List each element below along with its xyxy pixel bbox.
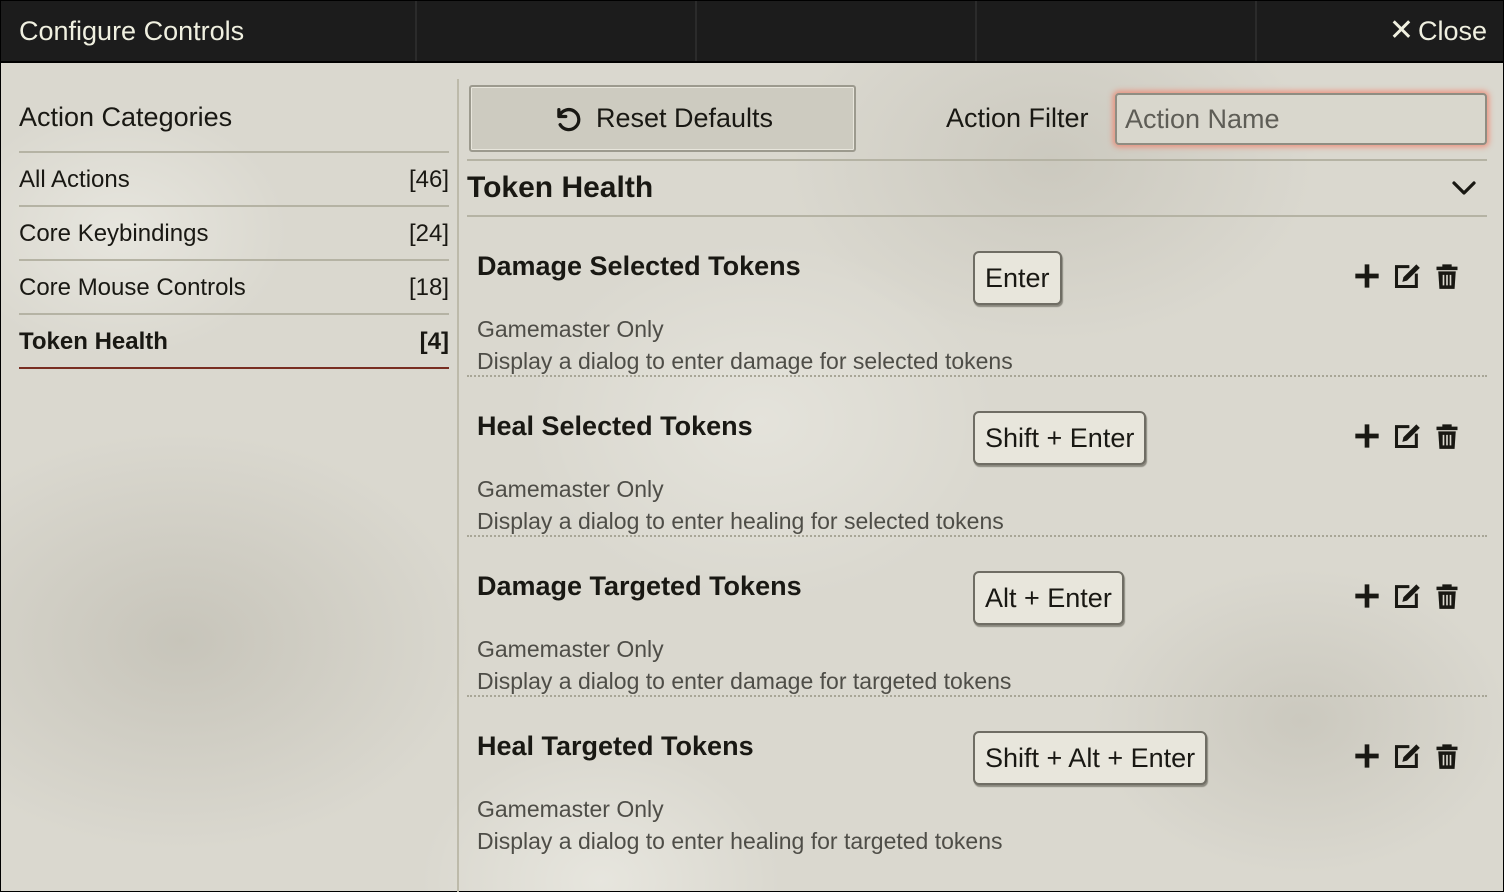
action-row: Damage Selected Tokens Enter Gamemaster …	[467, 217, 1487, 377]
trash-icon[interactable]	[1433, 742, 1461, 770]
action-row: Heal Targeted Tokens Shift + Alt + Enter…	[467, 697, 1487, 857]
action-details: Gamemaster Only Display a dialog to ente…	[477, 473, 1004, 537]
category-label: Core Mouse Controls	[19, 274, 246, 301]
plus-icon[interactable]	[1353, 422, 1381, 450]
action-name: Damage Targeted Tokens	[477, 571, 802, 601]
action-name: Damage Selected Tokens	[477, 251, 801, 281]
reset-defaults-button[interactable]: Reset Defaults	[469, 85, 856, 152]
actions-panel: Reset Defaults Action Filter Token Healt…	[467, 85, 1487, 892]
category-token-health[interactable]: Token Health [4]	[19, 315, 449, 369]
actions-toolbar: Reset Defaults Action Filter	[467, 85, 1487, 161]
key-binding[interactable]: Enter	[973, 251, 1062, 305]
actions-list: Damage Selected Tokens Enter Gamemaster …	[467, 217, 1487, 857]
action-name: Heal Selected Tokens	[477, 411, 753, 441]
category-count: [24]	[408, 220, 449, 247]
category-all-actions[interactable]: All Actions [46]	[19, 153, 449, 207]
action-filter-input[interactable]	[1115, 93, 1487, 145]
window-title: Configure Controls	[19, 15, 245, 46]
action-details: Gamemaster Only Display a dialog to ente…	[477, 313, 1013, 377]
sidebar-divider	[457, 79, 459, 892]
chevron-down-icon[interactable]	[1449, 173, 1479, 203]
action-description: Display a dialog to enter healing for ta…	[477, 828, 1003, 854]
action-filter-label: Action Filter	[946, 103, 1089, 133]
edit-icon[interactable]	[1393, 742, 1421, 770]
action-name: Heal Targeted Tokens	[477, 731, 754, 761]
key-binding[interactable]: Alt + Enter	[973, 571, 1124, 625]
edit-icon[interactable]	[1393, 582, 1421, 610]
trash-icon[interactable]	[1433, 582, 1461, 610]
sidebar-heading: Action Categories	[19, 81, 449, 153]
edit-icon[interactable]	[1393, 262, 1421, 290]
category-label: Core Keybindings	[19, 220, 209, 247]
close-button[interactable]: ✕ Close	[1389, 16, 1487, 47]
action-details: Gamemaster Only Display a dialog to ente…	[477, 633, 1011, 697]
category-core-mouse-controls[interactable]: Core Mouse Controls [18]	[19, 261, 449, 315]
action-description: Display a dialog to enter damage for tar…	[477, 668, 1012, 694]
window-titlebar[interactable]: Configure Controls ✕ Close	[1, 1, 1503, 63]
category-count: [18]	[408, 274, 449, 301]
configure-controls-window: Configure Controls ✕ Close Action Catego…	[0, 0, 1504, 892]
category-label: All Actions	[19, 166, 130, 193]
close-label: Close	[1417, 15, 1487, 46]
key-binding[interactable]: Shift + Alt + Enter	[973, 731, 1208, 785]
reset-defaults-label: Reset Defaults	[595, 103, 774, 133]
action-controls	[1353, 262, 1461, 290]
action-restriction: Gamemaster Only	[477, 316, 664, 342]
action-controls	[1353, 582, 1461, 610]
key-binding[interactable]: Shift + Enter	[973, 411, 1147, 465]
category-core-keybindings[interactable]: Core Keybindings [24]	[19, 207, 449, 261]
section-title: Token Health	[467, 171, 654, 204]
token-health-section-header[interactable]: Token Health	[467, 161, 1487, 217]
action-controls	[1353, 422, 1461, 450]
action-description: Display a dialog to enter healing for se…	[477, 508, 1004, 534]
category-count: [4]	[419, 328, 449, 355]
action-categories-sidebar: Action Categories All Actions [46] Core …	[19, 81, 449, 892]
plus-icon[interactable]	[1353, 582, 1381, 610]
trash-icon[interactable]	[1433, 422, 1461, 450]
edit-icon[interactable]	[1393, 422, 1421, 450]
category-count: [46]	[408, 166, 449, 193]
action-controls	[1353, 742, 1461, 770]
plus-icon[interactable]	[1353, 742, 1381, 770]
action-restriction: Gamemaster Only	[477, 476, 664, 502]
undo-icon	[557, 107, 581, 131]
action-description: Display a dialog to enter damage for sel…	[477, 348, 1013, 374]
action-row: Heal Selected Tokens Shift + Enter Gamem…	[467, 377, 1487, 537]
action-restriction: Gamemaster Only	[477, 796, 664, 822]
category-label: Token Health	[19, 328, 168, 355]
plus-icon[interactable]	[1353, 262, 1381, 290]
action-restriction: Gamemaster Only	[477, 636, 664, 662]
trash-icon[interactable]	[1433, 262, 1461, 290]
action-details: Gamemaster Only Display a dialog to ente…	[477, 793, 1003, 857]
close-icon: ✕	[1388, 14, 1414, 47]
action-row: Damage Targeted Tokens Alt + Enter Gamem…	[467, 537, 1487, 697]
